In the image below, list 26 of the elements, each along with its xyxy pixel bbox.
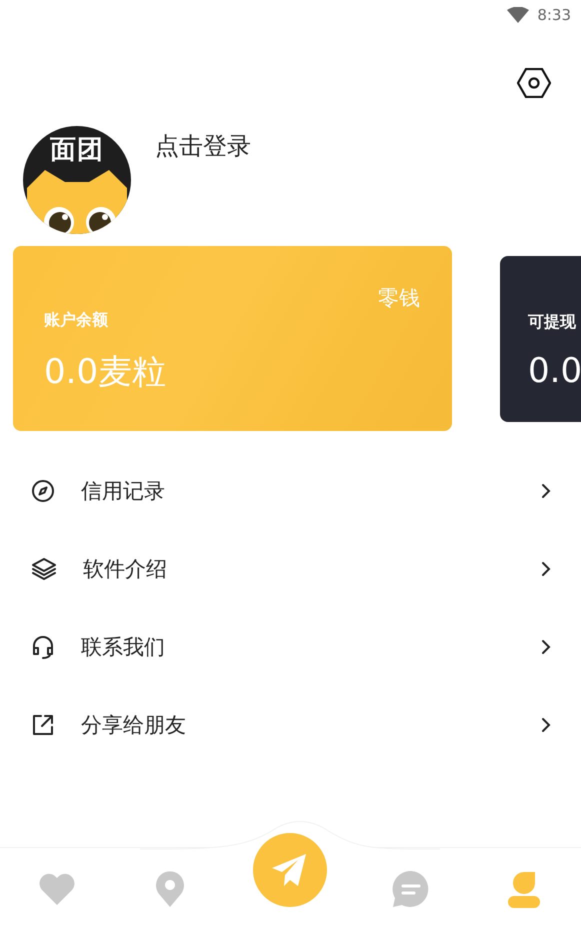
card-value: 0.0麦粒 [44,351,168,394]
chevron-right-icon [541,717,551,733]
settings-icon[interactable] [517,68,551,98]
share-icon [31,713,55,737]
menu-item[interactable]: 信用记录 [0,452,581,530]
compass-icon [31,479,55,503]
menu-item[interactable]: 软件介绍 [0,530,581,608]
card-value: 0.0 [528,351,581,391]
chevron-right-icon [541,483,551,499]
avatar[interactable]: 面团 [23,126,131,234]
card-label: 可提现 [528,312,577,333]
location-pin-icon [155,870,186,908]
person-icon [507,870,542,908]
wifi-icon [507,7,530,23]
card-label: 账户余额 [44,310,109,331]
login-link[interactable]: 点击登录 [155,130,251,162]
chevron-right-icon [541,639,551,655]
card-tag: 零钱 [378,284,420,312]
headset-icon [31,634,55,660]
status-time: 8:33 [537,6,571,24]
menu-item[interactable]: 分享给朋友 [0,686,581,764]
heart-icon [38,872,76,906]
chevron-right-icon [541,561,551,577]
chat-bubble-icon [392,870,430,908]
menu-item[interactable]: 联系我们 [0,608,581,686]
layers-icon [31,557,57,581]
